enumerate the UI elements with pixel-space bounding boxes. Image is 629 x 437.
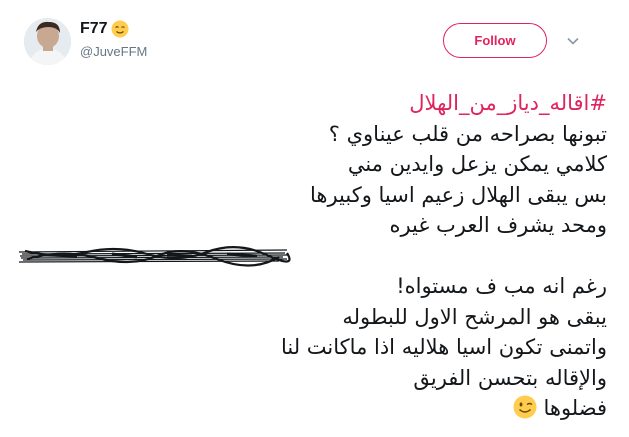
avatar[interactable] <box>24 18 71 65</box>
display-name[interactable]: F77 <box>80 20 108 38</box>
display-name-row: F77 <box>80 18 147 40</box>
tweet-header: F77 @JuveFFM Follow <box>0 0 629 80</box>
winking-face-emoji-icon <box>513 395 537 419</box>
follow-button[interactable]: Follow <box>443 23 547 58</box>
tweet-line-text: فضلوها <box>543 396 607 420</box>
tweet-text: #اقاله_دياز_من_الهلال تبونها بصراحه من ق… <box>17 88 607 424</box>
scribbled-out-line <box>17 241 607 272</box>
scribble-redaction <box>18 245 291 267</box>
tweet-line: والإقاله بتحسن الفريق <box>413 365 607 390</box>
relieved-face-emoji-icon <box>111 20 129 38</box>
tweet-line-last: فضلوها <box>17 393 607 424</box>
avatar-image <box>24 18 71 65</box>
user-names: F77 @JuveFFM <box>80 18 147 59</box>
tweet-line: كلامي يمكن يزعل وايدين مني <box>347 152 607 176</box>
chevron-down-icon[interactable] <box>566 33 580 47</box>
tweet-line: يبقى هو المرشح الاول للبطوله <box>342 304 607 329</box>
tweet-line-hashtag: #اقاله_دياز_من_الهلال <box>17 88 607 119</box>
hashtag-link[interactable]: #اقاله_دياز_من_الهلال <box>409 91 607 115</box>
user-handle[interactable]: @JuveFFM <box>80 44 147 59</box>
tweet-line: ومحد يشرف العرب غيره <box>389 213 607 237</box>
tweet-line: واتمنى تكون اسيا هلاليه اذا ماكانت لنا <box>281 335 607 359</box>
tweet-line: تبونها بصراحه من قلب عيناوي ؟ <box>328 121 607 146</box>
tweet-line: بس يبقى الهلال زعيم اسيا وكبيرها <box>309 182 607 207</box>
tweet-line: رغم انه مب ف مستواه! <box>396 274 607 298</box>
